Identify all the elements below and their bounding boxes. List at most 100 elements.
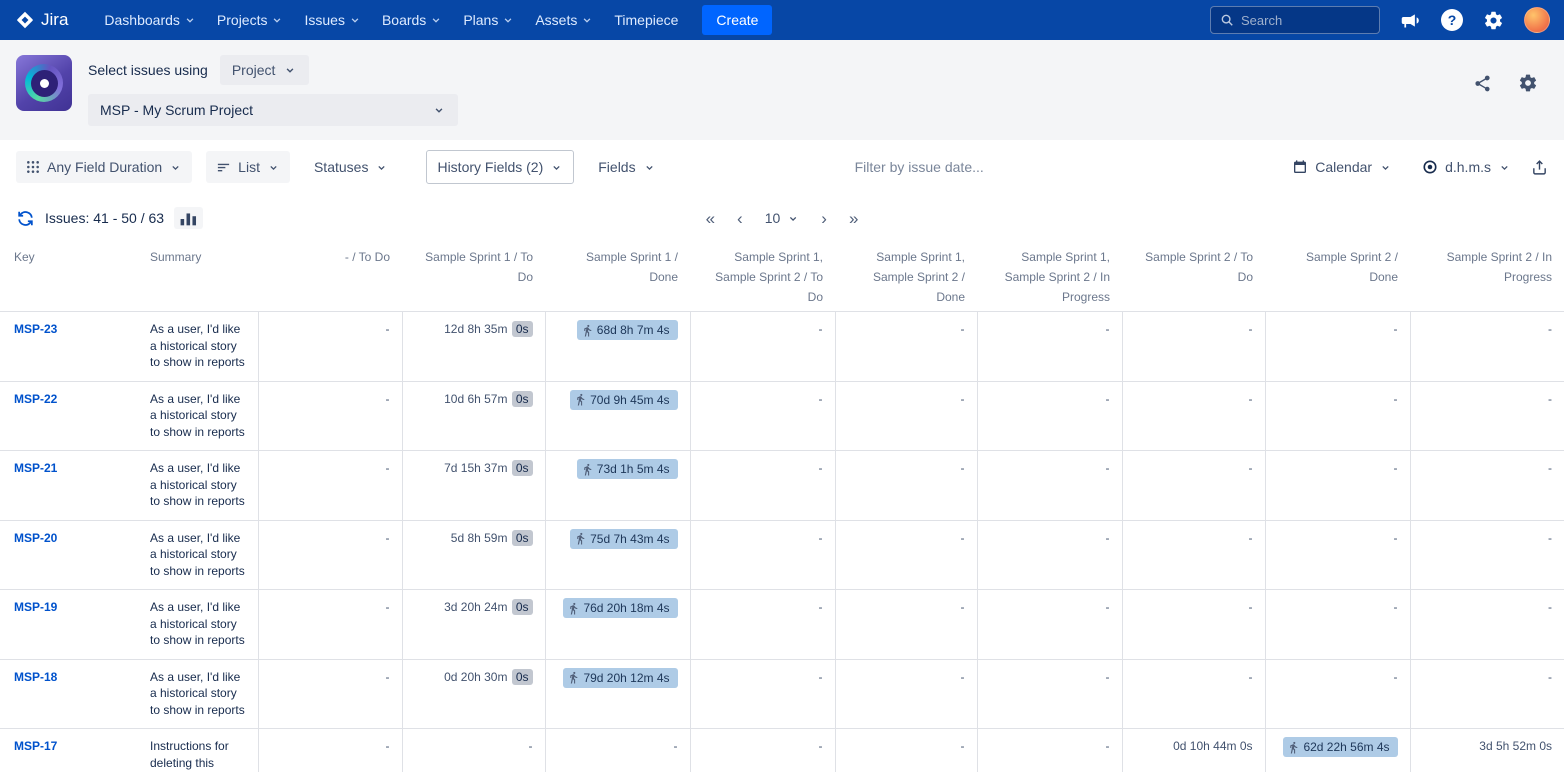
refresh-icon [16, 209, 35, 228]
duration-cell: - [1122, 312, 1265, 382]
issue-key-link[interactable]: MSP-19 [14, 600, 57, 614]
next-page-button[interactable]: › [821, 210, 827, 227]
issue-summary: As a user, I'd like a historical story t… [138, 312, 258, 382]
calendar-icon [1292, 159, 1308, 175]
duration-cell: - [835, 312, 977, 382]
seconds-chip: 0s [512, 669, 533, 685]
runner-icon [567, 602, 580, 615]
settings-button[interactable] [1483, 10, 1504, 31]
help-button[interactable]: ? [1441, 9, 1463, 31]
issue-row: MSP-17 Instructions for deleting this sam… [0, 729, 1564, 772]
column-header: Sample Sprint 1, Sample Sprint 2 / In Pr… [977, 239, 1122, 312]
chevron-down-icon [183, 13, 197, 27]
runner-icon [581, 324, 594, 337]
nav-item-assets[interactable]: Assets [525, 6, 604, 34]
duration-cell: - [258, 381, 402, 451]
duration-cell: 5d 8h 59m 0s [402, 520, 545, 590]
chevron-down-icon [643, 161, 656, 174]
duration-cell: - [690, 729, 835, 772]
select-mode-dropdown[interactable]: Project [220, 55, 310, 85]
select-issues-label: Select issues using [88, 62, 208, 78]
chevron-down-icon [375, 161, 388, 174]
first-page-button[interactable]: « [706, 210, 715, 227]
column-header: Sample Sprint 2 / To Do [1122, 239, 1265, 312]
gear-icon [1483, 10, 1504, 31]
issue-key-link[interactable]: MSP-17 [14, 739, 57, 753]
issue-key-cell: MSP-21 [0, 451, 138, 521]
running-duration-badge: 76d 20h 18m 4s [563, 598, 677, 618]
duration-cell: - [1122, 590, 1265, 660]
runner-icon [1287, 741, 1300, 754]
share-button[interactable] [1473, 74, 1492, 93]
duration-format-dropdown[interactable]: d.h.m.s [1412, 151, 1521, 183]
duration-cell: - [1122, 659, 1265, 729]
chevron-down-icon [270, 13, 284, 27]
page-size-dropdown[interactable]: 10 [765, 210, 800, 226]
issue-summary: Instructions for deleting this sample bo… [138, 729, 258, 772]
issue-summary: As a user, I'd like a historical story t… [138, 381, 258, 451]
duration-cell: 7d 15h 37m 0s [402, 451, 545, 521]
duration-cell: - [690, 520, 835, 590]
duration-cell: - [1410, 520, 1564, 590]
user-avatar[interactable] [1524, 7, 1550, 33]
megaphone-icon [1400, 10, 1421, 31]
history-fields-dropdown[interactable]: History Fields (2) [426, 150, 574, 184]
calendar-dropdown[interactable]: Calendar [1282, 151, 1402, 183]
issue-key-link[interactable]: MSP-22 [14, 392, 57, 406]
column-header: - / To Do [258, 239, 402, 312]
duration-cell: 70d 9h 45m 4s [545, 381, 690, 451]
chevron-down-icon [1379, 161, 1392, 174]
search-icon [1220, 13, 1234, 27]
share-icon [1473, 74, 1492, 93]
toolbar: Any Field Duration List Statuses History… [0, 140, 1564, 194]
issues-table: KeySummary- / To DoSample Sprint 1 / To … [0, 239, 1564, 772]
project-dropdown[interactable]: MSP - My Scrum Project [88, 94, 458, 126]
column-header: Sample Sprint 1 / To Do [402, 239, 545, 312]
eye-target-icon [1422, 159, 1438, 175]
duration-cell: - [977, 590, 1122, 660]
duration-cell: - [402, 729, 545, 772]
issue-key-cell: MSP-18 [0, 659, 138, 729]
prev-page-button[interactable]: ‹ [737, 210, 743, 227]
create-button[interactable]: Create [702, 5, 772, 35]
refresh-button[interactable] [16, 209, 35, 228]
issue-summary: As a user, I'd like a historical story t… [138, 590, 258, 660]
nav-item-boards[interactable]: Boards [372, 6, 453, 34]
jira-logo[interactable]: Jira [14, 9, 68, 31]
nav-item-issues[interactable]: Issues [294, 6, 371, 34]
duration-cell: - [1122, 451, 1265, 521]
fields-dropdown[interactable]: Fields [588, 151, 665, 183]
nav-item-dashboards[interactable]: Dashboards [94, 6, 207, 34]
nav-item-plans[interactable]: Plans [453, 6, 525, 34]
issue-summary: As a user, I'd like a historical story t… [138, 520, 258, 590]
issue-key-link[interactable]: MSP-20 [14, 531, 57, 545]
chart-view-button[interactable] [174, 207, 203, 229]
search-box[interactable] [1210, 6, 1380, 34]
duration-cell: - [1410, 659, 1564, 729]
duration-cell: - [690, 381, 835, 451]
duration-cell: 75d 7h 43m 4s [545, 520, 690, 590]
duration-cell: - [977, 381, 1122, 451]
issue-key-link[interactable]: MSP-21 [14, 461, 57, 475]
issue-date-filter-input[interactable] [680, 159, 1269, 175]
announcement-button[interactable] [1400, 10, 1421, 31]
bar-chart-icon [179, 211, 198, 227]
duration-cell: - [977, 729, 1122, 772]
nav-item-projects[interactable]: Projects [207, 6, 295, 34]
search-input[interactable] [1241, 13, 1370, 28]
duration-cell: - [977, 451, 1122, 521]
view-mode-dropdown[interactable]: List [206, 151, 290, 183]
issue-key-link[interactable]: MSP-23 [14, 322, 57, 336]
duration-cell: - [977, 312, 1122, 382]
export-button[interactable] [1531, 159, 1548, 176]
chevron-down-icon [580, 13, 594, 27]
any-field-duration-dropdown[interactable]: Any Field Duration [16, 151, 192, 183]
statuses-dropdown[interactable]: Statuses [304, 151, 398, 183]
last-page-button[interactable]: » [849, 210, 858, 227]
seconds-chip: 0s [512, 460, 533, 476]
report-settings-button[interactable] [1518, 73, 1538, 93]
duration-cell: - [258, 451, 402, 521]
duration-cell: - [835, 729, 977, 772]
nav-item-timepiece[interactable]: Timepiece [604, 6, 688, 34]
issue-key-link[interactable]: MSP-18 [14, 670, 57, 684]
